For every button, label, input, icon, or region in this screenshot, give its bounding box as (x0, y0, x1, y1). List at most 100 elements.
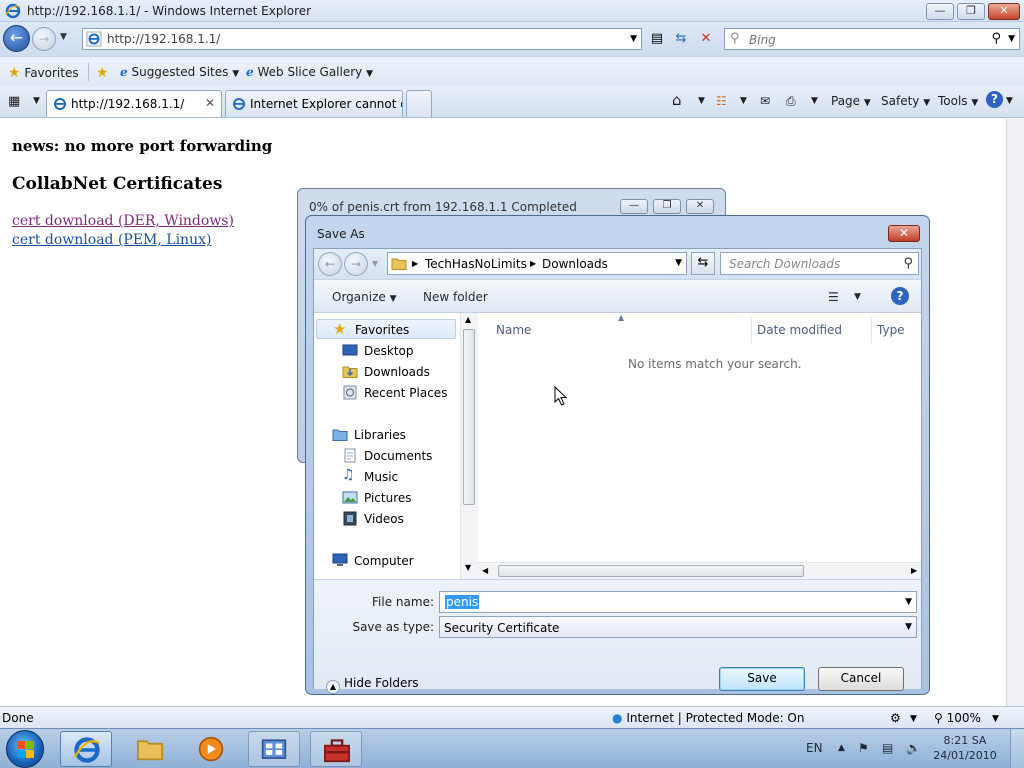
nav-videos[interactable]: Videos (342, 509, 454, 529)
file-name-input[interactable]: penis ▼ (439, 591, 917, 613)
web-slice-gallery-link[interactable]: ℯ Web Slice Gallery ▼ (246, 65, 373, 79)
navigation-pane-scrollbar[interactable]: ▲ ▼ (460, 313, 477, 579)
stop-icon[interactable]: ✕ (695, 30, 717, 50)
refresh-icon[interactable]: ⇆ (670, 30, 692, 50)
popup-blocker-icon[interactable]: ⚙ (890, 711, 901, 725)
security-zone[interactable]: ● Internet | Protected Mode: On (612, 711, 804, 725)
back-button[interactable]: ← (3, 25, 30, 52)
search-dropdown-icon[interactable]: ▼ (1008, 34, 1015, 44)
tab-list-dropdown-icon[interactable]: ▼ (33, 96, 40, 106)
tab-error[interactable]: Internet Explorer cannot di... (225, 90, 403, 117)
column-header-date-modified[interactable]: Date modified (757, 323, 842, 337)
scroll-left-icon[interactable]: ◀ (482, 566, 488, 575)
print-dropdown-icon[interactable]: ▼ (811, 96, 818, 106)
language-indicator[interactable]: EN (806, 741, 823, 755)
new-tab-button[interactable] (406, 90, 432, 117)
show-hidden-icons[interactable]: ▲ (838, 743, 845, 753)
nav-recent-places[interactable]: Recent Places (342, 383, 454, 403)
taskbar-control-panel[interactable] (248, 731, 300, 767)
breadcrumb-item-downloads[interactable]: Downloads (542, 257, 608, 271)
recent-locations-dropdown-icon[interactable]: ▼ (372, 259, 378, 268)
dialog-refresh-icon[interactable]: ⇆ (691, 252, 715, 275)
breadcrumb-dropdown-icon[interactable]: ▼ (675, 258, 682, 268)
volume-muted-icon[interactable]: 🔈 (906, 741, 921, 755)
scrollbar-thumb[interactable] (498, 565, 804, 577)
address-dropdown-icon[interactable]: ▼ (630, 34, 637, 44)
feeds-dropdown-icon[interactable]: ▼ (740, 96, 747, 106)
help-icon[interactable]: ? (891, 287, 909, 305)
new-folder-button[interactable]: New folder (423, 290, 488, 304)
action-center-flag-icon[interactable]: ⚑ (858, 741, 869, 755)
file-list-horizontal-scrollbar[interactable]: ◀ ▶ (478, 562, 921, 579)
suggested-sites-link[interactable]: ℯ Suggested Sites ▼ (120, 65, 239, 79)
save-as-type-select[interactable]: Security Certificate ▼ (439, 616, 917, 638)
nav-downloads[interactable]: Downloads (342, 362, 454, 382)
nav-favorites[interactable]: ★ Favorites (316, 319, 456, 339)
add-to-favorites-bar-button[interactable]: ★ (96, 65, 109, 81)
quick-tabs-icon[interactable]: ▦ (8, 94, 20, 109)
print-icon[interactable]: ⎙ (786, 94, 796, 109)
breadcrumb-item-user[interactable]: TechHasNoLimits (425, 257, 527, 271)
help-icon[interactable]: ? (986, 91, 1003, 108)
column-separator[interactable] (751, 317, 752, 343)
popup-dropdown-icon[interactable]: ▼ (910, 714, 917, 724)
tools-menu[interactable]: Tools ▼ (938, 94, 978, 108)
scroll-down-icon[interactable]: ▼ (465, 563, 471, 572)
save-as-type-dropdown-icon[interactable]: ▼ (905, 622, 912, 632)
forward-button[interactable]: → (32, 27, 56, 51)
nav-desktop[interactable]: Desktop (342, 341, 454, 361)
cancel-button[interactable]: Cancel (818, 667, 904, 691)
view-options-icon[interactable]: ☰ (828, 290, 839, 304)
recent-pages-dropdown-icon[interactable]: ▼ (60, 32, 67, 42)
scrollbar-thumb[interactable] (463, 329, 475, 505)
progress-maximize-button[interactable]: ❐ (653, 199, 681, 214)
column-separator[interactable] (871, 317, 872, 343)
show-desktop-button[interactable] (1010, 729, 1024, 768)
organize-button[interactable]: Organize ▼ (332, 290, 397, 304)
tab-current[interactable]: http://192.168.1.1/ ✕ (46, 90, 222, 117)
breadcrumb[interactable]: ▶ TechHasNoLimits ▶ Downloads ▼ (387, 252, 687, 275)
scroll-up-icon[interactable]: ▲ (465, 315, 471, 324)
zoom-control[interactable]: ⚲ 100% (934, 711, 981, 725)
close-tab-icon[interactable]: ✕ (205, 96, 215, 110)
breadcrumb-arrow-icon[interactable]: ▶ (530, 259, 536, 268)
search-icon[interactable]: ⚲ (903, 256, 913, 271)
dialog-search-box[interactable]: Search Downloads ⚲ (720, 252, 919, 275)
nav-libraries[interactable]: Libraries (332, 425, 454, 445)
breadcrumb-arrow-icon[interactable]: ▶ (412, 259, 418, 268)
help-dropdown-icon[interactable]: ▼ (1006, 96, 1013, 106)
progress-minimize-button[interactable]: — (620, 199, 648, 214)
cert-download-pem-link[interactable]: cert download (PEM, Linux) (12, 232, 211, 248)
page-menu[interactable]: Page ▼ (831, 94, 871, 108)
file-name-dropdown-icon[interactable]: ▼ (905, 597, 912, 607)
zoom-dropdown-icon[interactable]: ▼ (992, 714, 999, 724)
save-button[interactable]: Save (719, 667, 805, 691)
dialog-forward-button[interactable]: → (344, 252, 368, 276)
nav-documents[interactable]: Documents (342, 446, 454, 466)
column-header-name[interactable]: Name (496, 323, 531, 337)
scroll-right-icon[interactable]: ▶ (911, 566, 917, 575)
page-vertical-scrollbar[interactable] (1006, 119, 1024, 706)
taskbar-media-player[interactable] (186, 731, 238, 767)
system-clock[interactable]: 8:21 SA 24/01/2010 (930, 733, 1000, 763)
read-mail-icon[interactable]: ✉ (760, 94, 770, 108)
safety-menu[interactable]: Safety ▼ (881, 94, 930, 108)
home-dropdown-icon[interactable]: ▼ (698, 96, 705, 106)
compatibility-view-icon[interactable]: ▤ (646, 30, 668, 50)
minimize-button[interactable]: — (926, 3, 954, 20)
nav-pictures[interactable]: Pictures (342, 488, 454, 508)
dialog-back-button[interactable]: ← (318, 252, 342, 276)
start-button[interactable] (6, 730, 44, 768)
search-box[interactable]: ⚲ Bing ⚲ ▼ (724, 28, 1020, 50)
maximize-button[interactable]: ❐ (957, 3, 985, 20)
search-icon[interactable]: ⚲ (991, 31, 1001, 46)
close-button[interactable]: ✕ (988, 3, 1020, 20)
address-bar[interactable]: http://192.168.1.1/ ▼ (82, 28, 642, 50)
taskbar-toolbox-app[interactable] (310, 731, 362, 767)
taskbar-windows-explorer[interactable] (124, 731, 176, 767)
taskbar-internet-explorer[interactable] (60, 731, 112, 767)
column-header-type[interactable]: Type (877, 323, 905, 337)
view-dropdown-icon[interactable]: ▼ (854, 292, 861, 302)
nav-computer[interactable]: Computer (332, 551, 454, 571)
nav-music[interactable]: ♫ Music (342, 467, 454, 487)
